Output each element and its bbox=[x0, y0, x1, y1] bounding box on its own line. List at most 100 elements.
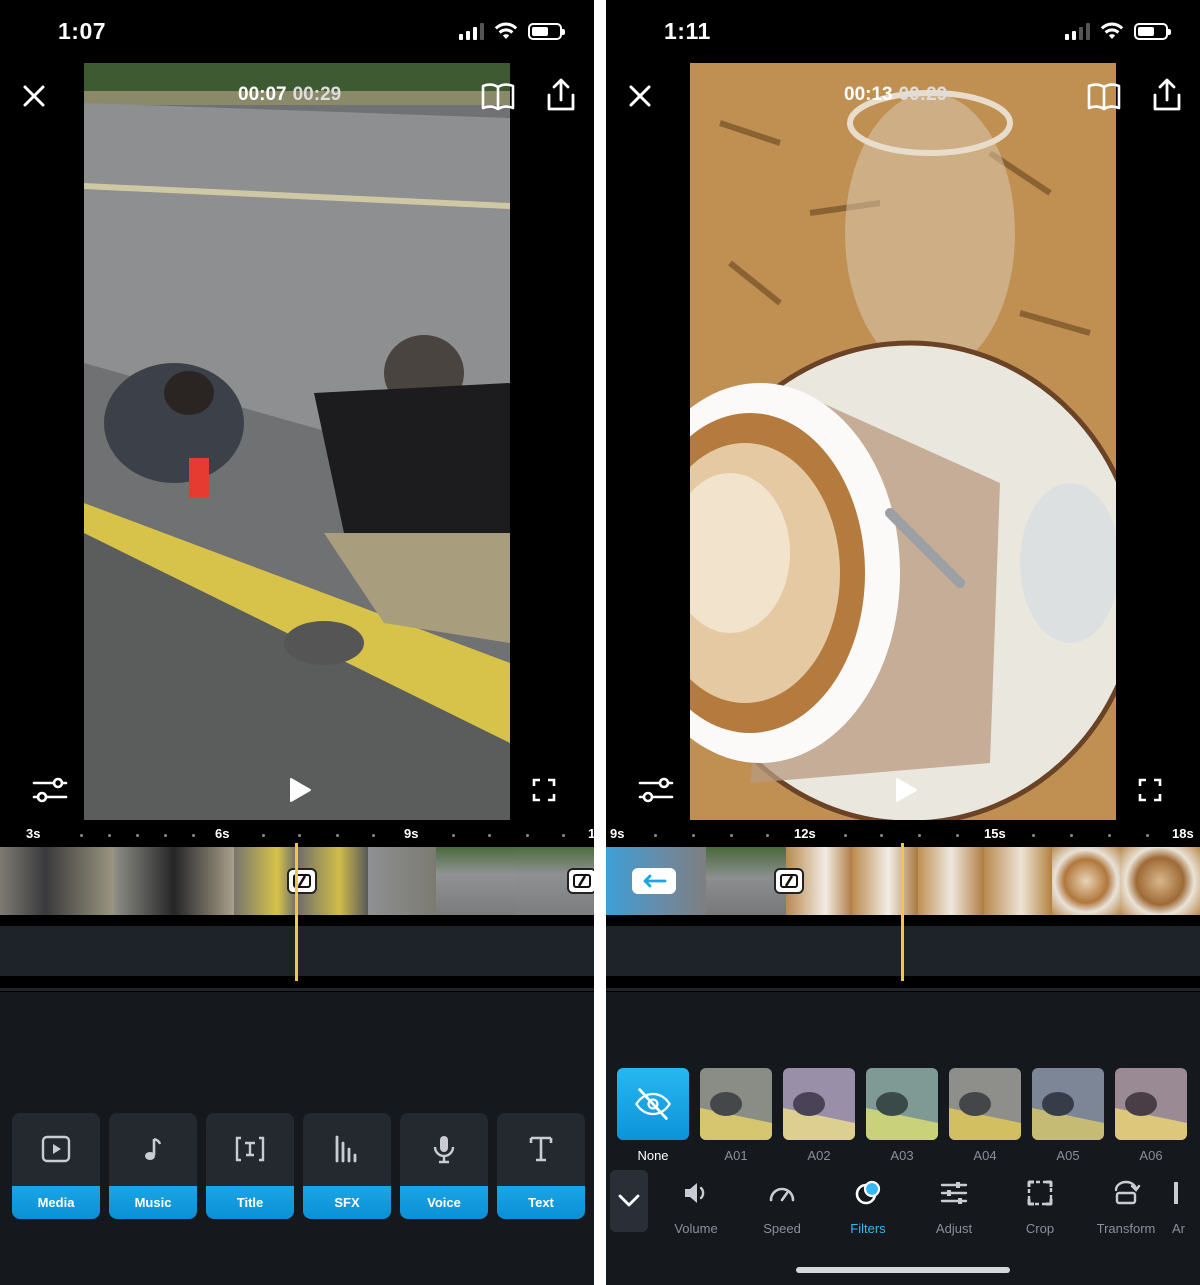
filter-thumbnail bbox=[1115, 1068, 1187, 1140]
ruler-label: 18s bbox=[1172, 826, 1194, 841]
adjust-tool[interactable]: Adjust bbox=[914, 1178, 994, 1236]
filter-label: A03 bbox=[890, 1148, 914, 1163]
filter-thumbnail bbox=[1032, 1068, 1104, 1140]
filter-a06[interactable]: A06 bbox=[1115, 1068, 1187, 1163]
sfx-button[interactable]: SFX bbox=[303, 1113, 391, 1219]
clip-thumbnail bbox=[852, 847, 918, 915]
clip-thumbnail bbox=[114, 847, 234, 915]
current-time: 00:13 bbox=[844, 84, 893, 105]
adjust-settings-icon[interactable] bbox=[638, 774, 674, 806]
filter-label: A05 bbox=[1056, 1148, 1080, 1163]
clip-thumbnail bbox=[1052, 847, 1120, 915]
title-label: Title bbox=[206, 1186, 294, 1219]
wifi-icon bbox=[494, 22, 518, 39]
transform-tool[interactable]: Transform bbox=[1086, 1178, 1166, 1236]
sliders-icon bbox=[940, 1182, 968, 1204]
speaker-icon bbox=[685, 1183, 705, 1203]
music-button[interactable]: Music bbox=[109, 1113, 197, 1219]
play-icon[interactable] bbox=[891, 776, 919, 804]
ruler-label: 9s bbox=[610, 826, 625, 841]
voice-button[interactable]: Voice bbox=[400, 1113, 488, 1219]
transform-icon bbox=[1114, 1180, 1141, 1205]
close-icon[interactable] bbox=[20, 76, 48, 116]
more-tool[interactable]: Ar bbox=[1172, 1178, 1200, 1236]
fullscreen-icon[interactable] bbox=[1138, 778, 1162, 802]
left-screen: 1:07 00:07 00:29 3s 6s 9s 1 Media Music … bbox=[0, 0, 594, 1285]
title-button[interactable]: Title bbox=[206, 1113, 294, 1219]
track-divider bbox=[0, 988, 594, 991]
media-button[interactable]: Media bbox=[12, 1113, 100, 1219]
clip-thumbnail bbox=[918, 847, 984, 915]
title-icon bbox=[235, 1136, 265, 1162]
media-icon bbox=[41, 1135, 71, 1163]
sfx-icon bbox=[335, 1135, 357, 1163]
filter-a04[interactable]: A04 bbox=[949, 1068, 1021, 1163]
clip-tools-bar: Volume Speed Filters Adjust Crop Transfo… bbox=[606, 1170, 1200, 1240]
battery-icon bbox=[1134, 22, 1171, 40]
clip-thumbnail bbox=[436, 847, 516, 915]
play-icon[interactable] bbox=[285, 776, 313, 804]
transform-label: Transform bbox=[1096, 1221, 1156, 1236]
status-time: 1:07 bbox=[58, 18, 107, 44]
filter-label: None bbox=[637, 1148, 669, 1163]
collapse-button[interactable] bbox=[610, 1170, 648, 1232]
filter-label: A04 bbox=[973, 1148, 997, 1163]
filters-tool[interactable]: Filters bbox=[828, 1178, 908, 1236]
transition-icon[interactable] bbox=[287, 868, 317, 894]
timecode: 00:13 00:29 bbox=[844, 84, 947, 106]
battery-icon bbox=[528, 22, 565, 40]
filter-thumbnail bbox=[783, 1068, 855, 1140]
back-arrow-icon[interactable] bbox=[632, 868, 676, 894]
video-preview[interactable] bbox=[690, 63, 1116, 820]
home-indicator bbox=[796, 1267, 1010, 1273]
ruler-label: 9s bbox=[404, 826, 419, 841]
speedometer-icon bbox=[769, 1187, 795, 1202]
adjust-settings-icon[interactable] bbox=[32, 774, 68, 806]
video-frame-coffee bbox=[690, 63, 1116, 820]
filters-label: Filters bbox=[850, 1221, 886, 1236]
status-icons bbox=[459, 22, 565, 40]
filters-icon bbox=[855, 1180, 881, 1205]
playhead[interactable] bbox=[295, 843, 298, 981]
filter-thumbnail bbox=[949, 1068, 1021, 1140]
crop-label: Crop bbox=[1025, 1221, 1055, 1236]
total-time: 00:29 bbox=[292, 84, 342, 105]
voice-label: Voice bbox=[400, 1186, 488, 1219]
ruler-label: 3s bbox=[26, 826, 41, 841]
text-button[interactable]: Text bbox=[497, 1113, 585, 1219]
speed-tool[interactable]: Speed bbox=[742, 1178, 822, 1236]
playhead[interactable] bbox=[901, 843, 904, 981]
filter-a03[interactable]: A03 bbox=[866, 1068, 938, 1163]
adjust-label: Adjust bbox=[935, 1221, 973, 1236]
book-icon[interactable] bbox=[480, 78, 516, 114]
filter-a05[interactable]: A05 bbox=[1032, 1068, 1104, 1163]
clip-thumbnail bbox=[984, 847, 1052, 915]
transition-icon[interactable] bbox=[774, 868, 804, 894]
music-icon bbox=[145, 1137, 162, 1160]
transition-icon[interactable] bbox=[567, 868, 594, 894]
book-icon[interactable] bbox=[1086, 78, 1122, 114]
clip-thumbnail bbox=[0, 847, 114, 915]
text-icon bbox=[529, 1136, 553, 1162]
filter-none[interactable]: None bbox=[617, 1068, 689, 1163]
ruler-label: 1 bbox=[588, 826, 594, 841]
eye-off-icon bbox=[634, 1088, 672, 1120]
share-icon[interactable] bbox=[545, 76, 577, 114]
video-frame-street bbox=[84, 63, 510, 820]
crop-tool[interactable]: Crop bbox=[1000, 1178, 1080, 1236]
clip-thumbnail bbox=[368, 847, 436, 915]
ruler-label: 12s bbox=[794, 826, 816, 841]
wifi-icon bbox=[1100, 22, 1124, 39]
filter-label: A01 bbox=[724, 1148, 748, 1163]
volume-tool[interactable]: Volume bbox=[656, 1178, 736, 1236]
filter-a01[interactable]: A01 bbox=[700, 1068, 772, 1163]
fullscreen-icon[interactable] bbox=[532, 778, 556, 802]
close-icon[interactable] bbox=[626, 76, 654, 116]
crop-icon bbox=[1027, 1180, 1053, 1206]
share-icon[interactable] bbox=[1151, 76, 1183, 114]
video-preview[interactable] bbox=[84, 63, 510, 820]
filter-label: A06 bbox=[1139, 1148, 1163, 1163]
text-label: Text bbox=[497, 1186, 585, 1219]
filter-thumbnail bbox=[700, 1068, 772, 1140]
filter-a02[interactable]: A02 bbox=[783, 1068, 855, 1163]
